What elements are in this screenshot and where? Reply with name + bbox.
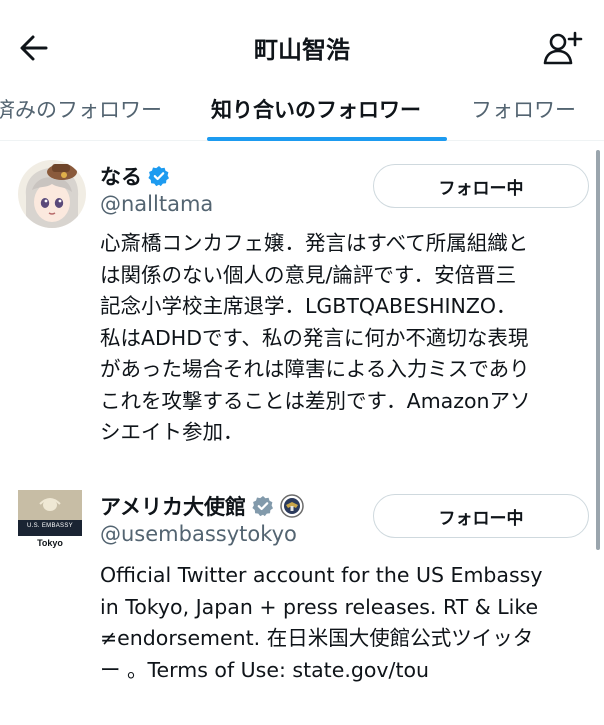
verified-gray-badge-icon	[252, 496, 273, 517]
followers-tabs: 済みのフォロワー 知り合いのフォロワー フォロワー	[0, 82, 604, 141]
add-person-button[interactable]	[540, 26, 584, 70]
display-name[interactable]: アメリカ大使館	[100, 491, 246, 521]
scrollbar[interactable]	[596, 150, 600, 550]
avatar-caption-city: Tokyo	[18, 536, 82, 550]
user-bio: 心斎橋コンカフェ嬢．発言はすべて所属組織と は関係のない個人の意見/論評です．安…	[100, 228, 595, 449]
user-bio: Official Twitter account for the US Emba…	[100, 560, 595, 686]
top-bar: 町山智浩	[0, 0, 604, 90]
user-handle: @usembassytokyo	[100, 522, 297, 546]
bio-line: 記念小学校主席退学．LGBTQABESHINZO．	[100, 294, 517, 318]
tab-followers[interactable]: フォロワー	[471, 94, 576, 124]
name-row: なる	[100, 160, 170, 192]
bio-line: があった場合それは障害による入力ミスであり	[100, 357, 530, 381]
tab-known-followers[interactable]: 知り合いのフォロワー	[211, 94, 421, 124]
person-add-icon	[543, 31, 583, 65]
bio-line: シエイト参加．	[100, 420, 244, 444]
bio-line: これを攻撃することは差別です．Amazonアソ	[100, 388, 531, 413]
avatar[interactable]	[18, 160, 86, 228]
bio-line: は関係のない個人の意見/論評です．安倍晋三	[100, 262, 517, 287]
bio-line: Official Twitter account for the US Emba…	[100, 563, 543, 587]
avatar[interactable]: U.S. EMBASSY Tokyo	[18, 490, 86, 558]
government-seal-icon	[280, 494, 304, 518]
following-button[interactable]: フォロー中	[373, 164, 589, 208]
verified-badge-icon	[148, 166, 169, 187]
user-handle: @nalltama	[100, 192, 214, 216]
bio-line: ー 。Terms of Use: state.gov/tou	[100, 657, 430, 682]
active-tab-indicator	[207, 137, 447, 141]
name-row: アメリカ大使館	[100, 490, 304, 522]
page-title: 町山智浩	[254, 36, 350, 64]
bio-line: 心斎橋コンカフェ嬢．発言はすべて所属組織と	[100, 231, 529, 255]
avatar-caption: U.S. EMBASSY	[27, 523, 73, 529]
tab-followers-you-know-partial[interactable]: 済みのフォロワー	[0, 94, 162, 124]
bio-line: in Tokyo, Japan + press releases. RT & L…	[100, 594, 539, 619]
display-name[interactable]: なる	[100, 161, 142, 191]
following-button[interactable]: フォロー中	[373, 494, 589, 538]
bio-line: 私はADHDです、私の発言に何か不適切な表現	[100, 325, 529, 350]
bio-line: ≠endorsement. 在日米国大使館公式ツイッタ	[100, 626, 534, 650]
